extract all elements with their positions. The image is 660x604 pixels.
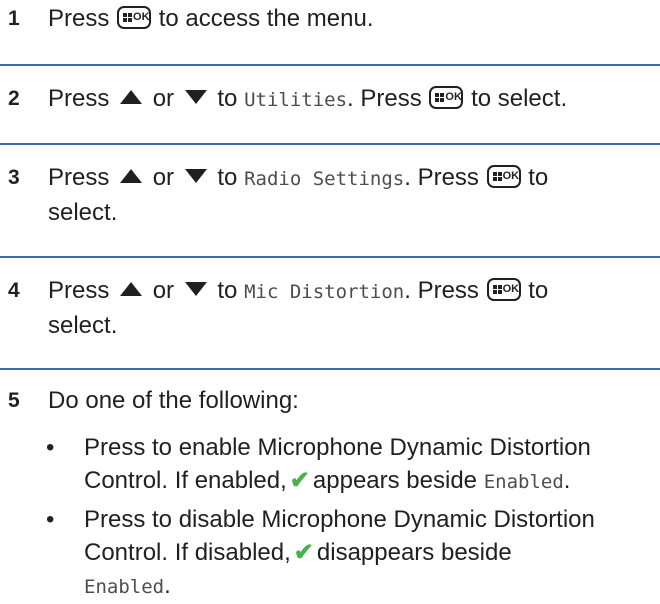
down-arrow-icon	[184, 169, 207, 183]
checkmark-icon: ✔	[289, 467, 310, 494]
option-text: Control. If enabled,	[84, 467, 287, 494]
step-number: 2	[8, 87, 20, 110]
step-text: or	[152, 277, 175, 304]
step-text: to	[217, 277, 238, 304]
step-text: . Press	[404, 277, 479, 304]
step-2: 2 Press or to Utilities. Press OK to sel…	[0, 82, 660, 117]
step-5: 5 Do one of the following:	[0, 384, 660, 417]
option-item: • Press to enable Microphone Dynamic Dis…	[46, 431, 656, 499]
step-separator	[0, 368, 660, 370]
step-3: 3 Press or to Radio Settings. Press OK t…	[0, 161, 660, 229]
up-arrow-icon	[120, 282, 143, 296]
menu-ok-key-icon: OK	[486, 165, 521, 188]
bullet-marker: •	[46, 506, 55, 533]
option-text: .	[563, 467, 571, 494]
menu-ok-key-icon: OK	[429, 86, 464, 109]
step-text: to access the menu.	[158, 5, 374, 32]
down-arrow-icon	[184, 90, 207, 104]
option-text: Press to enable Microphone Dynamic Disto…	[84, 434, 591, 461]
step-text: to select.	[471, 85, 568, 112]
up-arrow-icon	[120, 90, 143, 104]
step-text: select.	[48, 312, 118, 339]
bullet-marker: •	[46, 434, 55, 461]
step-text: to	[217, 164, 238, 191]
step-separator	[0, 64, 660, 66]
menu-item-name: Utilities	[244, 89, 348, 111]
checkmark-icon: ✔	[293, 539, 314, 566]
step-separator	[0, 143, 660, 145]
step-text: Press	[48, 5, 110, 32]
menu-item-name: Mic Distortion	[244, 281, 405, 303]
step-text: Do one of the following:	[48, 387, 299, 414]
step-number: 5	[8, 389, 20, 412]
step-text: to	[217, 85, 238, 112]
option-text: .	[164, 572, 171, 599]
menu-item-name: Enabled	[84, 576, 165, 598]
down-arrow-icon	[184, 282, 207, 296]
step-text: Press	[48, 85, 110, 112]
step-text: Press	[48, 277, 110, 304]
step-text: . Press	[404, 164, 479, 191]
step-text: to	[528, 164, 549, 191]
option-text: Control. If disabled,	[84, 539, 291, 566]
step-1: 1 Press OK to access the menu.	[0, 2, 660, 35]
step-text: to	[528, 277, 549, 304]
menu-ok-key-icon: OK	[117, 6, 152, 29]
option-text: Press to disable Microphone Dynamic Dist…	[84, 506, 595, 533]
step-number: 1	[8, 7, 20, 30]
step-text: or	[152, 85, 175, 112]
option-text: disappears beside	[316, 539, 512, 566]
instruction-page: 1 Press OK to access the menu. 2 Press o…	[0, 0, 660, 599]
step-4: 4 Press or to Mic Distortion. Press OK t…	[0, 274, 660, 342]
step-separator	[0, 256, 660, 258]
step-number: 3	[8, 166, 20, 189]
step-number: 4	[8, 279, 20, 302]
step-text: Press	[48, 164, 110, 191]
menu-item-name: Radio Settings	[244, 168, 405, 190]
step-text: . Press	[347, 85, 422, 112]
step-text: or	[152, 164, 175, 191]
option-item: • Press to disable Microphone Dynamic Di…	[46, 503, 656, 604]
step-text: select.	[48, 199, 118, 226]
menu-item-name: Enabled	[483, 471, 564, 493]
option-text: appears beside	[312, 467, 478, 494]
up-arrow-icon	[120, 169, 143, 183]
menu-ok-key-icon: OK	[486, 278, 521, 301]
